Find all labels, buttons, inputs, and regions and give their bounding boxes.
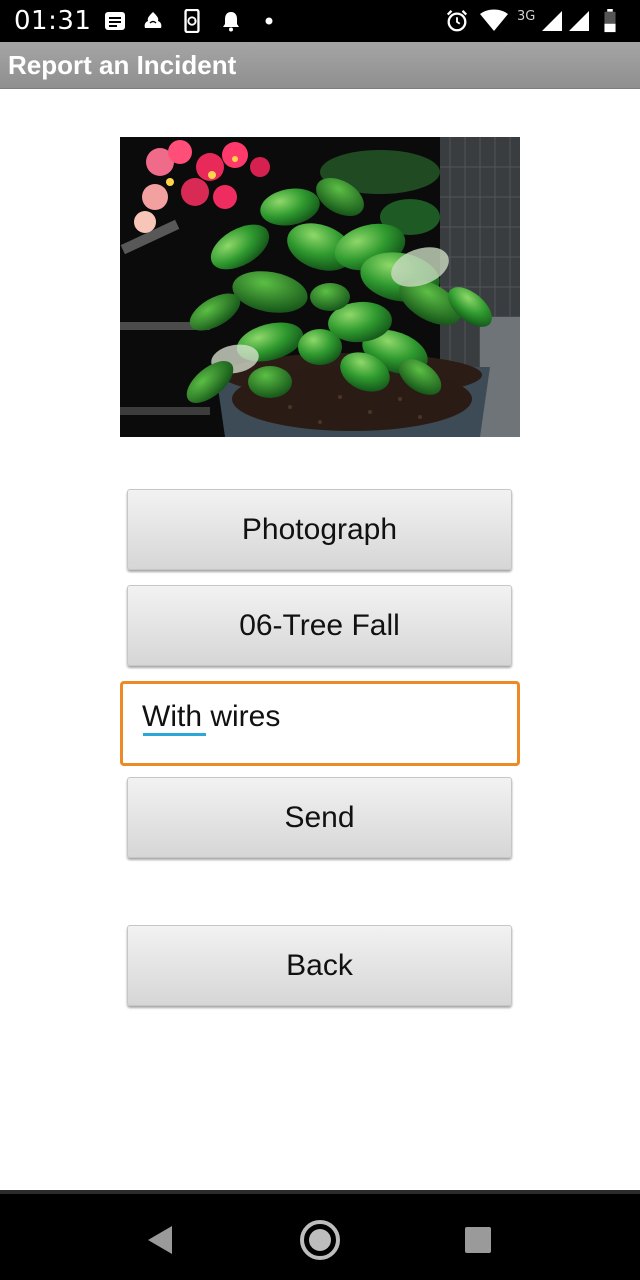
navigation-bar [0, 1190, 640, 1280]
home-circle-icon[interactable] [298, 1218, 342, 1262]
app-screen: 01:31 3G Report an Incident Photograph 0… [0, 0, 640, 1280]
back-triangle-icon[interactable] [138, 1218, 182, 1262]
photograph-button[interactable]: Photograph [127, 489, 512, 570]
spellcheck-underline [143, 733, 206, 736]
alarm-icon [446, 10, 468, 32]
dot-icon [265, 17, 273, 25]
battery-icon [604, 9, 616, 33]
note-input-field[interactable]: With wires [120, 681, 520, 766]
wifi-icon [480, 9, 508, 31]
bank-icon [144, 12, 162, 28]
back-button[interactable]: Back [127, 925, 512, 1006]
signal-icon [542, 11, 562, 31]
status-bar: 01:31 3G [0, 0, 640, 42]
recents-square-icon[interactable] [456, 1218, 500, 1262]
bell-icon [223, 12, 239, 32]
send-button[interactable]: Send [127, 777, 512, 858]
phone-sync-icon [184, 9, 200, 33]
status-time: 01:31 [14, 6, 92, 36]
note-input-value[interactable]: With wires [142, 700, 280, 734]
page-title: Report an Incident [8, 50, 237, 80]
network-type-label: 3G [517, 9, 536, 24]
signal-icon [569, 11, 589, 31]
title-bar: Report an Incident [0, 42, 640, 89]
incident-photo [120, 137, 520, 437]
category-select-button[interactable]: 06-Tree Fall [127, 585, 512, 666]
notes-icon [105, 12, 125, 30]
plant-photo-image [120, 137, 520, 437]
